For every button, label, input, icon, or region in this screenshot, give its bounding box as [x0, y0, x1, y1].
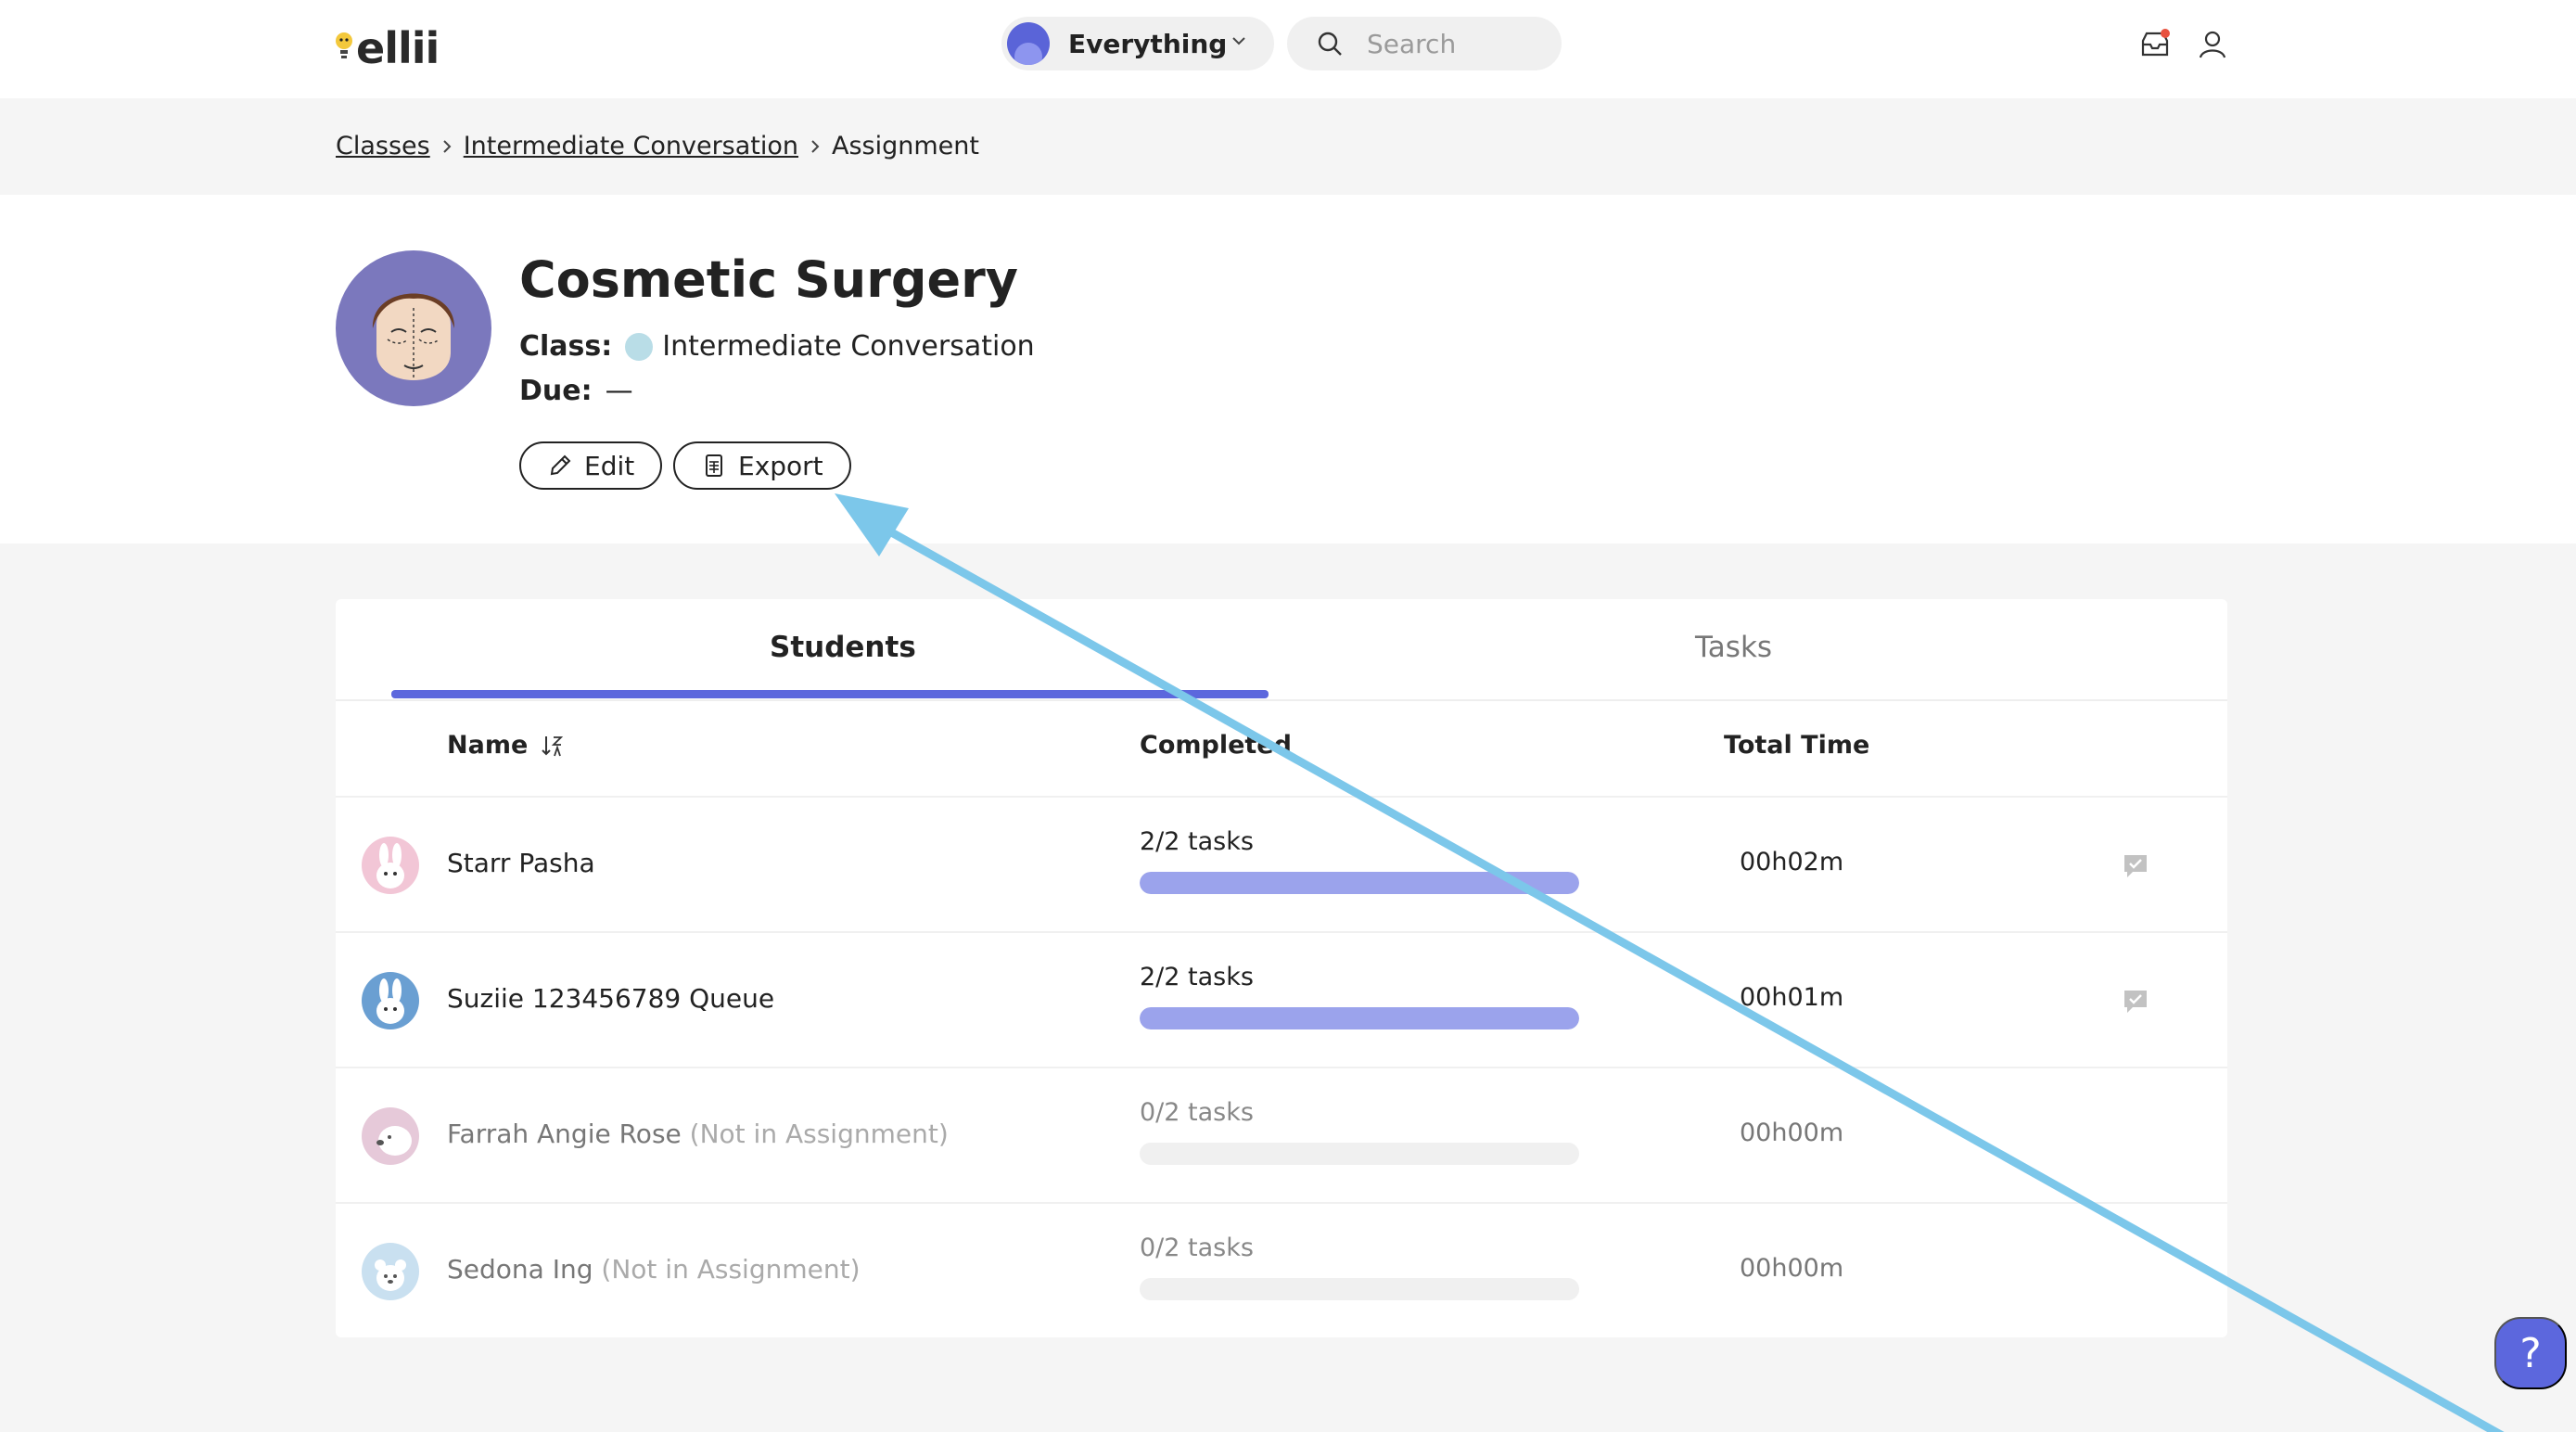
students-card: Students Tasks Name Completed Total Time…	[336, 599, 2227, 1337]
chevron-right-icon	[443, 139, 452, 153]
table-row[interactable]: Farrah Angie Rose (Not in Assignment) 0/…	[336, 1067, 2227, 1202]
breadcrumb-classes[interactable]: Classes	[336, 132, 430, 160]
progress-fill	[1140, 872, 1579, 894]
active-tab-indicator	[391, 690, 1269, 698]
spreadsheet-icon	[706, 454, 722, 477]
assignment-header: Cosmetic Surgery Class: Intermediate Con…	[0, 195, 2576, 543]
breadcrumb-band: Classes Intermediate Conversation Assign…	[0, 98, 2576, 195]
tasks-completed: 0/2 tasks	[1140, 1098, 1254, 1127]
student-avatar	[362, 972, 419, 1029]
progress-bar	[1140, 872, 1579, 894]
chevron-right-icon	[811, 139, 820, 153]
total-time: 00h00m	[1740, 1254, 1844, 1283]
total-time: 00h02m	[1740, 848, 1844, 876]
edit-button[interactable]: Edit	[519, 441, 663, 490]
user-icon[interactable]	[2196, 28, 2229, 61]
column-header-total-time: Total Time	[1724, 731, 1870, 760]
student-name: Sedona Ing (Not in Assignment)	[447, 1254, 861, 1285]
class-color-dot	[625, 332, 654, 361]
edit-label: Edit	[584, 450, 635, 481]
face-illustration-icon	[372, 293, 455, 380]
class-row: Class: Intermediate Conversation	[519, 330, 1035, 363]
breadcrumb-class[interactable]: Intermediate Conversation	[464, 132, 798, 160]
table-row[interactable]: Sedona Ing (Not in Assignment) 0/2 tasks…	[336, 1202, 2227, 1337]
comment-icon[interactable]	[2122, 851, 2149, 879]
pencil-icon	[550, 454, 571, 476]
scope-avatar	[1007, 22, 1050, 65]
student-avatar	[362, 837, 419, 894]
breadcrumb-current: Assignment	[832, 132, 979, 160]
student-avatar	[362, 1243, 419, 1300]
total-time: 00h01m	[1740, 983, 1844, 1012]
class-value: Intermediate Conversation	[662, 330, 1035, 363]
tasks-completed: 0/2 tasks	[1140, 1234, 1254, 1262]
scope-selector[interactable]: Everything	[1001, 17, 1274, 70]
chevron-down-icon	[1232, 37, 1245, 45]
help-button[interactable]: ?	[2494, 1317, 2567, 1389]
inbox-icon[interactable]	[2138, 28, 2172, 61]
tab-tasks[interactable]: Tasks	[1695, 631, 1772, 664]
comment-icon[interactable]	[2122, 987, 2149, 1015]
total-time: 00h00m	[1740, 1119, 1844, 1147]
progress-bar	[1140, 1278, 1579, 1300]
search-icon	[1318, 32, 1342, 56]
scope-label: Everything	[1068, 28, 1228, 59]
tasks-completed: 2/2 tasks	[1140, 827, 1254, 856]
tab-students[interactable]: Students	[770, 631, 916, 664]
progress-fill	[1140, 1007, 1579, 1029]
lightbulb-icon	[336, 32, 352, 58]
progress-bar	[1140, 1143, 1579, 1165]
due-row: Due: —	[519, 375, 633, 407]
export-label: Export	[738, 450, 823, 481]
bunny-avatar-icon	[362, 837, 419, 894]
assignment-image	[336, 250, 491, 406]
logo-text: ellii	[356, 23, 440, 73]
tab-bar: Students Tasks	[336, 599, 2227, 701]
tasks-completed: 2/2 tasks	[1140, 963, 1254, 991]
column-header-name[interactable]: Name	[447, 731, 565, 760]
export-button[interactable]: Export	[673, 441, 851, 490]
table-row[interactable]: Starr Pasha 2/2 tasks 00h02m	[336, 796, 2227, 931]
column-header-completed: Completed	[1140, 731, 1292, 760]
due-key: Due:	[519, 375, 593, 407]
due-value: —	[605, 375, 633, 407]
student-name: Farrah Angie Rose (Not in Assignment)	[447, 1119, 949, 1149]
search-box[interactable]	[1287, 17, 1562, 70]
class-key: Class:	[519, 330, 613, 363]
breadcrumb: Classes Intermediate Conversation Assign…	[336, 132, 979, 160]
assignment-title: Cosmetic Surgery	[519, 250, 1018, 309]
table-row[interactable]: Suziie 123456789 Queue 2/2 tasks 00h01m	[336, 931, 2227, 1067]
student-name: Suziie 123456789 Queue	[447, 983, 775, 1014]
ellii-logo[interactable]: ellii	[334, 20, 440, 76]
student-avatar	[362, 1107, 419, 1165]
search-input[interactable]	[1367, 28, 1552, 59]
top-bar: ellii Everything	[0, 0, 2576, 98]
bunny-avatar-icon	[362, 972, 419, 1029]
progress-bar	[1140, 1007, 1579, 1029]
student-name: Starr Pasha	[447, 848, 595, 878]
animal-avatar-icon	[362, 1107, 419, 1165]
sort-icon[interactable]	[541, 734, 565, 758]
bear-avatar-icon	[362, 1243, 419, 1300]
